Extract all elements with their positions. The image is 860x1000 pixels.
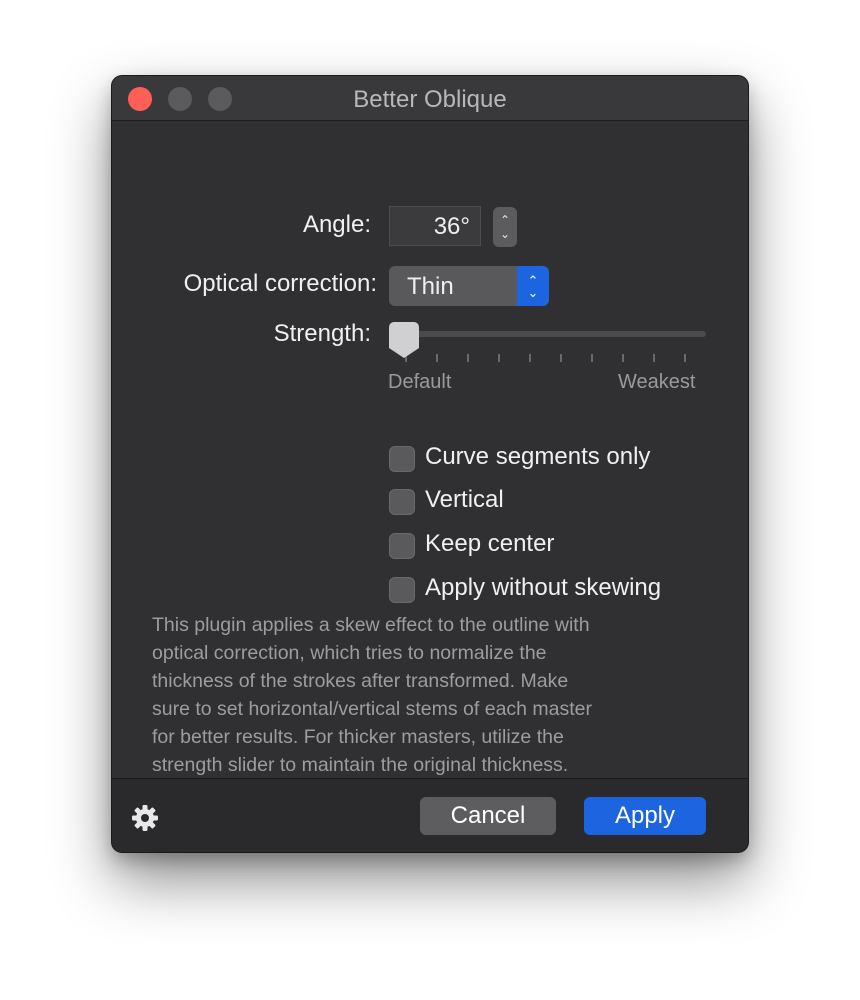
chevron-up-down-icon: ⌃ ⌄ bbox=[517, 266, 549, 306]
description-line: thickness of the strokes after transform… bbox=[152, 670, 569, 692]
slider-tick bbox=[498, 354, 500, 362]
checkbox[interactable] bbox=[389, 446, 415, 472]
slider-tick bbox=[591, 354, 593, 362]
dialog-footer: Cancel Apply bbox=[112, 778, 748, 852]
description-line: This plugin applies a skew effect to the… bbox=[152, 614, 590, 636]
description-line: sure to set horizontal/vertical stems of… bbox=[152, 698, 593, 720]
strength-max-label: Weakest bbox=[618, 371, 696, 393]
description-line: for better results. For thicker masters,… bbox=[152, 726, 564, 748]
optical-correction-value: Thin bbox=[407, 273, 454, 300]
option-label[interactable]: Apply without skewing bbox=[425, 574, 661, 602]
cancel-button[interactable]: Cancel bbox=[420, 797, 556, 835]
strength-label: Strength: bbox=[273, 320, 371, 347]
slider-tick bbox=[653, 354, 655, 362]
slider-tick bbox=[622, 354, 624, 362]
checkbox[interactable] bbox=[389, 577, 415, 603]
slider-tick bbox=[436, 354, 438, 362]
strength-slider-knob[interactable] bbox=[389, 322, 419, 348]
strength-slider-knob-tip[interactable] bbox=[389, 348, 419, 358]
option-label[interactable]: Keep center bbox=[425, 530, 554, 558]
slider-tick bbox=[684, 354, 686, 362]
checkbox[interactable] bbox=[389, 489, 415, 515]
angle-label: Angle: bbox=[302, 211, 371, 238]
slider-tick bbox=[529, 354, 531, 362]
gear-icon[interactable] bbox=[130, 803, 160, 833]
dialog-window: Better Oblique Angle: 36° ⌃ ⌄ Optical co… bbox=[112, 76, 748, 852]
title-bar[interactable]: Better Oblique bbox=[112, 76, 748, 121]
angle-stepper[interactable]: ⌃ ⌄ bbox=[493, 207, 517, 247]
apply-button[interactable]: Apply bbox=[584, 797, 706, 835]
slider-tick bbox=[467, 354, 469, 362]
strength-min-label: Default bbox=[388, 371, 452, 393]
angle-input[interactable]: 36° bbox=[389, 206, 481, 246]
checkbox[interactable] bbox=[389, 533, 415, 559]
chevron-up-icon[interactable]: ⌃ bbox=[493, 214, 517, 226]
plugin-description: This plugin applies a skew effect to the… bbox=[152, 611, 712, 779]
description-line: optical correction, which tries to norma… bbox=[152, 642, 547, 664]
description-line: strength slider to maintain the original… bbox=[152, 754, 569, 776]
optical-correction-select[interactable]: Thin ⌃ ⌄ bbox=[389, 266, 549, 306]
window-title: Better Oblique bbox=[353, 86, 507, 113]
slider-tick bbox=[560, 354, 562, 362]
optical-correction-label: Optical correction: bbox=[183, 270, 377, 297]
dialog-content: Angle: 36° ⌃ ⌄ Optical correction: Thin … bbox=[112, 121, 748, 778]
chevron-down-icon[interactable]: ⌄ bbox=[493, 228, 517, 240]
option-label[interactable]: Curve segments only bbox=[425, 443, 650, 471]
strength-slider-track[interactable] bbox=[392, 331, 706, 337]
option-label[interactable]: Vertical bbox=[425, 486, 504, 514]
